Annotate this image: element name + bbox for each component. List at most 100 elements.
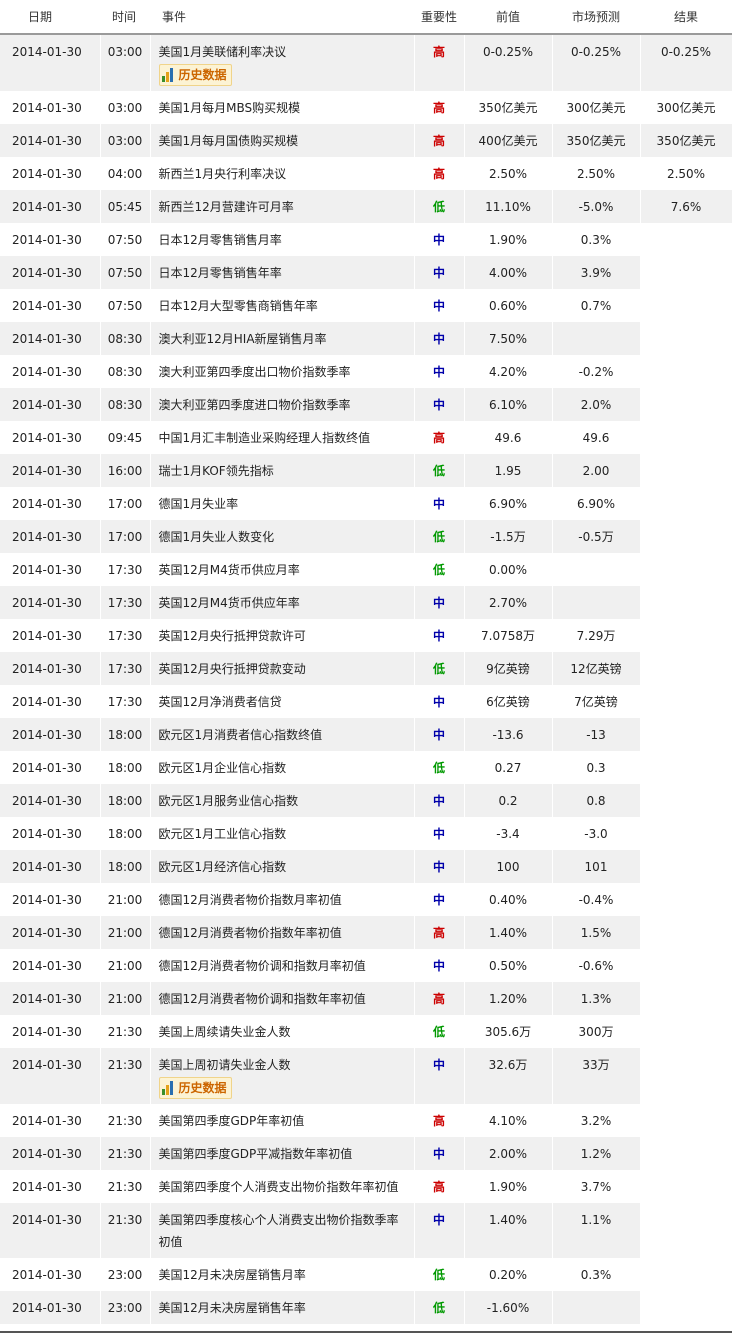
cell-result xyxy=(640,850,732,883)
cell-importance: 高 xyxy=(414,124,465,157)
cell-forecast: -13 xyxy=(552,718,641,751)
cell-importance: 中 xyxy=(414,289,465,322)
cell-previous: 0.2 xyxy=(464,784,553,817)
cell-forecast-text: -5.0% xyxy=(578,200,614,214)
cell-time: 03:00 xyxy=(100,91,151,124)
cell-previous-text: 0-0.25% xyxy=(482,45,534,59)
cell-time: 03:00 xyxy=(100,34,151,91)
cell-result xyxy=(640,289,732,322)
cell-date: 2014-01-30 xyxy=(0,817,101,850)
cell-date: 2014-01-30 xyxy=(0,34,101,91)
cell-event: 欧元区1月消费者信心指数终值 xyxy=(150,718,415,751)
cell-date: 2014-01-30 xyxy=(0,916,101,949)
cell-time: 21:00 xyxy=(100,916,151,949)
cell-importance: 中 xyxy=(414,685,465,718)
cell-result xyxy=(640,916,732,949)
table-row: 2014-01-30 04:00 新西兰1月央行利率决议 高 2.50% 2.50% 2.5… xyxy=(0,157,732,190)
cell-event-text: 澳大利亚第四季度出口物价指数季率 xyxy=(158,365,351,379)
cell-time-text: 18:00 xyxy=(107,794,143,808)
cell-forecast: -0.5万 xyxy=(552,520,641,553)
cell-time: 17:30 xyxy=(100,586,151,619)
table-row: 2014-01-30 07:50 日本12月大型零售商销售年率 中 0.60% 0.7% xyxy=(0,289,732,322)
table-row: 2014-01-30 18:00 欧元区1月消费者信心指数终值 中 -13.6 -13 xyxy=(0,718,732,751)
cell-importance: 中 xyxy=(414,817,465,850)
cell-previous-text: 305.6万 xyxy=(484,1025,532,1039)
cell-date: 2014-01-30 xyxy=(0,1104,101,1137)
cell-forecast-text: -0.4% xyxy=(578,893,614,907)
cell-time-text: 08:30 xyxy=(107,398,143,412)
cell-previous: 2.70% xyxy=(464,586,553,619)
importance-badge: 低 xyxy=(432,464,445,478)
cell-time-text: 23:00 xyxy=(107,1301,143,1315)
cell-time-text: 21:30 xyxy=(107,1114,143,1128)
cell-date-text: 2014-01-30 xyxy=(12,398,82,412)
cell-result xyxy=(640,1015,732,1048)
cell-event: 美国12月未决房屋销售年率 xyxy=(150,1291,415,1324)
cell-event: 英国12月M4货币供应年率 xyxy=(150,586,415,619)
cell-event-text: 欧元区1月经济信心指数 xyxy=(158,860,287,874)
cell-date: 2014-01-30 xyxy=(0,157,101,190)
cell-date: 2014-01-30 xyxy=(0,1137,101,1170)
cell-date-text: 2014-01-30 xyxy=(12,761,82,775)
importance-badge: 高 xyxy=(432,45,445,59)
cell-event-text: 美国第四季度GDP年率初值 xyxy=(158,1114,305,1128)
importance-badge: 中 xyxy=(432,794,445,808)
history-data-button[interactable]: 历史数据 xyxy=(158,1077,232,1099)
cell-forecast-text: 6.90% xyxy=(576,497,616,511)
cell-importance: 中 xyxy=(414,784,465,817)
cell-forecast-text: 33万 xyxy=(582,1058,610,1072)
table-row: 2014-01-30 21:30 美国第四季度GDP平减指数年率初值 中 2.00% 1.… xyxy=(0,1137,732,1170)
cell-time-text: 21:00 xyxy=(107,992,143,1006)
cell-event-text: 英国12月央行抵押贷款许可 xyxy=(158,629,306,643)
cell-result: 350亿美元 xyxy=(640,124,732,157)
importance-badge: 高 xyxy=(432,1180,445,1194)
cell-date: 2014-01-30 xyxy=(0,1258,101,1291)
cell-forecast: 0-0.25% xyxy=(552,34,641,91)
cell-previous-text: 0.20% xyxy=(488,1268,528,1282)
cell-date-text: 2014-01-30 xyxy=(12,332,82,346)
cell-forecast: 101 xyxy=(552,850,641,883)
cell-date: 2014-01-30 xyxy=(0,1048,101,1104)
cell-time: 18:00 xyxy=(100,850,151,883)
cell-time-text: 03:00 xyxy=(107,45,143,59)
importance-badge: 高 xyxy=(432,101,445,115)
cell-forecast-text: 0.3% xyxy=(580,1268,612,1282)
cell-previous: -1.60% xyxy=(464,1291,553,1324)
cell-event-text: 欧元区1月企业信心指数 xyxy=(158,761,287,775)
cell-previous: 49.6 xyxy=(464,421,553,454)
cell-time: 05:45 xyxy=(100,190,151,223)
cell-forecast-text: 7.29万 xyxy=(576,629,616,643)
table-row: 2014-01-30 03:00 美国1月每月国债购买规模 高 400亿美元 350亿美元… xyxy=(0,124,732,157)
cell-event: 美国第四季度GDP平减指数年率初值 xyxy=(150,1137,415,1170)
column-header-forecast: 市场预测 xyxy=(552,0,640,34)
cell-event-text: 英国12月央行抵押贷款变动 xyxy=(158,662,306,676)
cell-event-text: 德国1月失业人数变化 xyxy=(158,530,275,544)
cell-date: 2014-01-30 xyxy=(0,1291,101,1324)
cell-date-text: 2014-01-30 xyxy=(12,101,82,115)
cell-importance: 高 xyxy=(414,1170,465,1203)
table-row: 2014-01-30 17:30 英国12月央行抵押贷款许可 中 7.0758万 7.29… xyxy=(0,619,732,652)
cell-event: 瑞士1月KOF领先指标 xyxy=(150,454,415,487)
cell-time-text: 18:00 xyxy=(107,827,143,841)
cell-previous-text: 0.2 xyxy=(498,794,518,808)
cell-importance: 低 xyxy=(414,454,465,487)
cell-forecast-text: 3.2% xyxy=(580,1114,612,1128)
history-data-button[interactable]: 历史数据 xyxy=(158,64,232,86)
cell-forecast: 2.00 xyxy=(552,454,641,487)
cell-date-text: 2014-01-30 xyxy=(12,1147,82,1161)
cell-date: 2014-01-30 xyxy=(0,487,101,520)
importance-badge: 高 xyxy=(432,992,445,1006)
cell-forecast: 6.90% xyxy=(552,487,641,520)
cell-previous-text: 2.70% xyxy=(488,596,528,610)
cell-previous: 6.90% xyxy=(464,487,553,520)
cell-forecast-text: 300亿美元 xyxy=(566,101,626,115)
cell-previous: 11.10% xyxy=(464,190,553,223)
table-row: 2014-01-30 17:00 德国1月失业率 中 6.90% 6.90% xyxy=(0,487,732,520)
cell-previous-text: 1.40% xyxy=(488,1213,528,1227)
cell-date: 2014-01-30 xyxy=(0,256,101,289)
cell-date: 2014-01-30 xyxy=(0,1203,101,1258)
cell-time-text: 07:50 xyxy=(107,233,143,247)
cell-time: 17:30 xyxy=(100,619,151,652)
cell-previous: 100 xyxy=(464,850,553,883)
table-row: 2014-01-30 21:30 美国第四季度GDP年率初值 高 4.10% 3.2% xyxy=(0,1104,732,1137)
